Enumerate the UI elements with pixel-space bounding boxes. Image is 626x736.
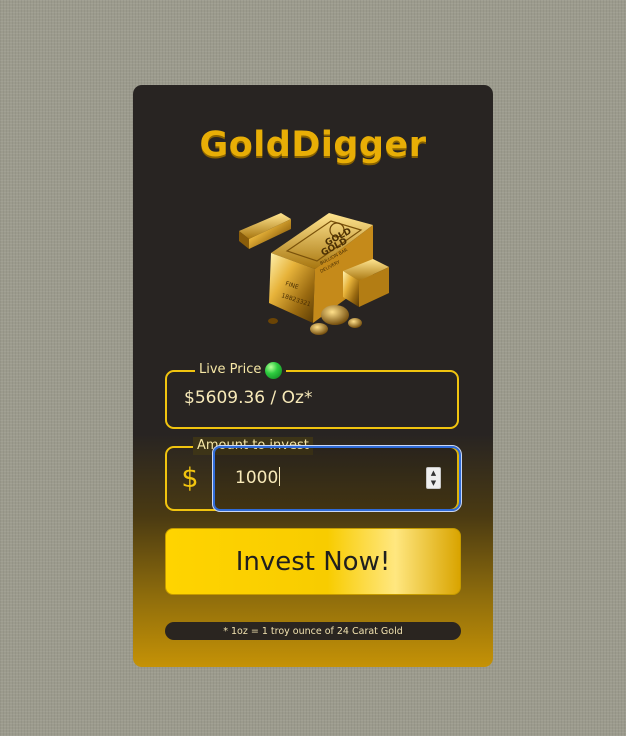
green-dot-icon [265, 361, 283, 379]
number-spinner[interactable]: ▲ ▼ [426, 467, 441, 489]
amount-value: 1000 [235, 467, 281, 488]
gold-bars-image: GOLD GOLD BULLION BAR DELIVERY FINE 1882… [239, 213, 389, 335]
live-price-panel: Live Price $5609.36 / Oz* [165, 361, 459, 429]
increment-icon[interactable]: ▲ [427, 468, 440, 478]
brand-logo: GoldDigger [199, 125, 427, 165]
dollar-icon: $ [181, 463, 199, 494]
decrement-icon[interactable]: ▼ [427, 478, 440, 488]
live-price-label: Live Price [199, 362, 262, 377]
amount-field-group: Amount to invest $ 1000 ▲ ▼ [165, 437, 462, 512]
invest-now-button[interactable]: Invest Now! [165, 528, 461, 595]
live-price-value: $5609.36 / Oz* [184, 388, 313, 408]
footnote: * 1oz = 1 troy ounce of 24 Carat Gold [165, 622, 461, 640]
text-caret [279, 467, 281, 486]
invest-card: GoldDigger GOLD GOLD BULLION BAR DELIVER… [133, 85, 493, 667]
amount-text: 1000 [235, 468, 279, 488]
live-price-legend: Live Price [195, 361, 287, 379]
amount-input[interactable]: 1000 ▲ ▼ [212, 445, 462, 512]
